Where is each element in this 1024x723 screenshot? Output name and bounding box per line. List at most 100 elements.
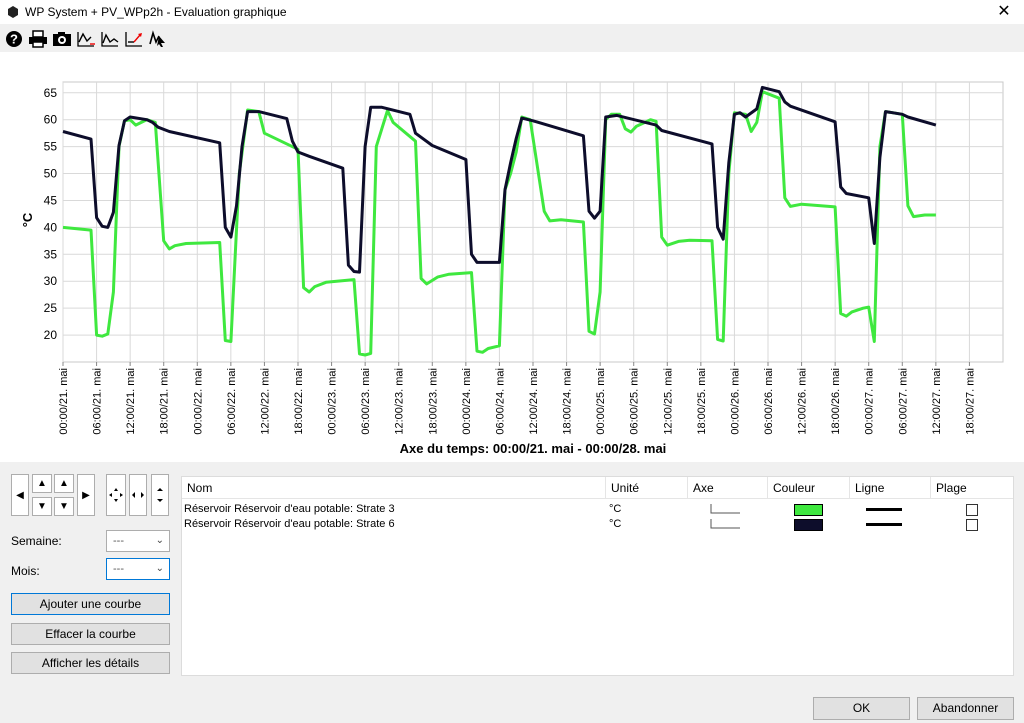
header-ligne[interactable]: Ligne [850,477,931,499]
up-arrow-icon: ▲ [37,478,47,489]
zoom-out-up-button[interactable]: ▲ [54,474,74,493]
zoom-in-up-button[interactable]: ▲ [32,474,52,493]
row-range[interactable] [931,518,1013,531]
x-tick-label: 18:00/21. mai [159,368,171,435]
row-range[interactable] [931,503,1013,516]
header-nom[interactable]: Nom [182,477,606,499]
y-axis-label: °C [20,212,35,227]
row-unit: °C [609,503,622,515]
help-icon[interactable]: ? [3,29,24,49]
x-tick-label: 18:00/24. mai [562,368,574,435]
x-tick-label: 18:00/25. mai [696,368,708,435]
mois-select[interactable]: --- ⌄ [106,558,170,580]
line-style-icon[interactable] [866,523,902,526]
list-header: Nom Unité Axe Couleur Ligne Plage [182,477,1013,499]
row-name: Réservoir Réservoir d'eau potable: Strat… [184,518,395,530]
chart-area[interactable]: 20 25 30 35 40 45 50 55 60 65 00:00/21. mai 06:00/… [0,52,1024,462]
window-title: WP System + PV_WPp2h - Evaluation graphi… [25,5,287,19]
chart-grid [62,81,1004,366]
curve-compare-icon[interactable] [123,29,144,49]
row-color[interactable] [768,518,850,531]
row-axe[interactable] [688,503,768,517]
list-row[interactable]: Réservoir Réservoir d'eau potable: Strat… [182,517,1013,532]
y-tick-label: 50 [44,167,58,181]
vertical-arrows-icon [157,488,163,502]
x-tick-label: 06:00/27. mai [897,368,909,435]
x-tick-label: 12:00/23. mai [394,368,406,435]
row-unit: °C [609,518,622,530]
y-tick-label: 60 [44,113,58,127]
color-swatch[interactable] [794,518,823,531]
y-tick-label: 30 [44,274,58,288]
header-plage[interactable]: Plage [931,477,1013,499]
axis-left-icon [710,518,740,528]
x-tick-label: 00:00/25. mai [595,368,607,435]
scroll-right-button[interactable]: ▶ [77,474,95,516]
zoom-out-down-button[interactable]: ▼ [54,497,74,516]
y-tick-label: 65 [44,86,58,100]
semaine-value: --- [113,535,124,547]
row-color[interactable] [768,503,850,516]
x-tick-label: 18:00/22. mai [293,368,305,435]
chevron-down-icon: ⌄ [155,535,164,546]
clear-curve-button[interactable]: Effacer la courbe [11,623,170,645]
x-tick-label: 06:00/21. mai [92,368,104,435]
x-tick-label: 00:00/26. mai [729,368,741,435]
header-couleur[interactable]: Couleur [768,477,850,499]
x-tick-label: 12:00/27. mai [931,368,943,435]
camera-icon[interactable] [51,29,72,49]
print-icon[interactable] [27,29,48,49]
x-tick-label: 06:00/23. mai [360,368,372,435]
semaine-select[interactable]: --- ⌄ [106,530,170,552]
show-details-button[interactable]: Afficher les détails [11,652,170,674]
scroll-left-button[interactable]: ◀ [11,474,29,516]
list-row[interactable]: Réservoir Réservoir d'eau potable: Strat… [182,502,1013,517]
zoom-horizontal-button[interactable] [129,474,147,516]
header-unite[interactable]: Unité [606,477,688,499]
header-axe[interactable]: Axe [688,477,768,499]
app-icon [8,6,18,18]
move-all-icon [109,488,123,502]
range-checkbox[interactable] [966,518,978,531]
ok-button[interactable]: OK [813,697,910,720]
mois-label: Mois: [11,564,40,578]
curve-list: Nom Unité Axe Couleur Ligne Plage Réserv… [181,476,1014,676]
x-tick-label: 00:00/21. mai [58,368,70,435]
line-style-icon[interactable] [866,508,902,511]
y-tick-label: 55 [44,140,58,154]
row-line[interactable] [850,523,931,526]
y-axis-ticks: 20 25 30 35 40 45 50 55 60 65 [44,86,58,342]
close-icon[interactable]: ✕ [994,2,1014,22]
x-tick-label: 00:00/24. mai [461,368,473,435]
x-axis-ticks: 00:00/21. mai 06:00/21. mai 12:00/21. mai 1… [58,368,976,435]
down-arrow-icon: ▼ [37,501,47,512]
y-tick-label: 45 [44,193,58,207]
y-tick-label: 35 [44,247,58,261]
x-tick-label: 18:00/23. mai [427,368,439,435]
x-tick-label: 12:00/25. mai [662,368,674,435]
zoom-in-down-button[interactable]: ▼ [32,497,52,516]
range-checkbox[interactable] [966,503,978,516]
cursor-icon[interactable] [147,29,168,49]
zoom-all-button[interactable] [106,474,126,516]
curve-edit-icon[interactable] [99,29,120,49]
semaine-label: Semaine: [11,534,62,548]
x-tick-label: 06:00/24. mai [494,368,506,435]
horizontal-arrows-icon [132,492,144,498]
x-tick-label: 18:00/27. mai [964,368,976,435]
x-tick-label: 12:00/26. mai [797,368,809,435]
x-tick-label: 06:00/22. mai [226,368,238,435]
line-chart[interactable]: 20 25 30 35 40 45 50 55 60 65 00:00/21. mai 06:00/… [0,52,1024,462]
x-tick-label: 12:00/22. mai [259,368,271,435]
left-arrow-icon: ◀ [16,489,24,501]
add-curve-button[interactable]: Ajouter une courbe [11,593,170,615]
y-tick-label: 40 [44,220,58,234]
row-axe[interactable] [688,518,768,532]
title-bar: WP System + PV_WPp2h - Evaluation graphi… [0,0,1024,24]
x-tick-label: 00:00/22. mai [192,368,204,435]
zoom-vertical-button[interactable] [151,474,169,516]
cancel-button[interactable]: Abandonner [917,697,1014,720]
color-swatch[interactable] [794,503,823,516]
curve-add-icon[interactable] [75,29,96,49]
row-line[interactable] [850,508,931,511]
